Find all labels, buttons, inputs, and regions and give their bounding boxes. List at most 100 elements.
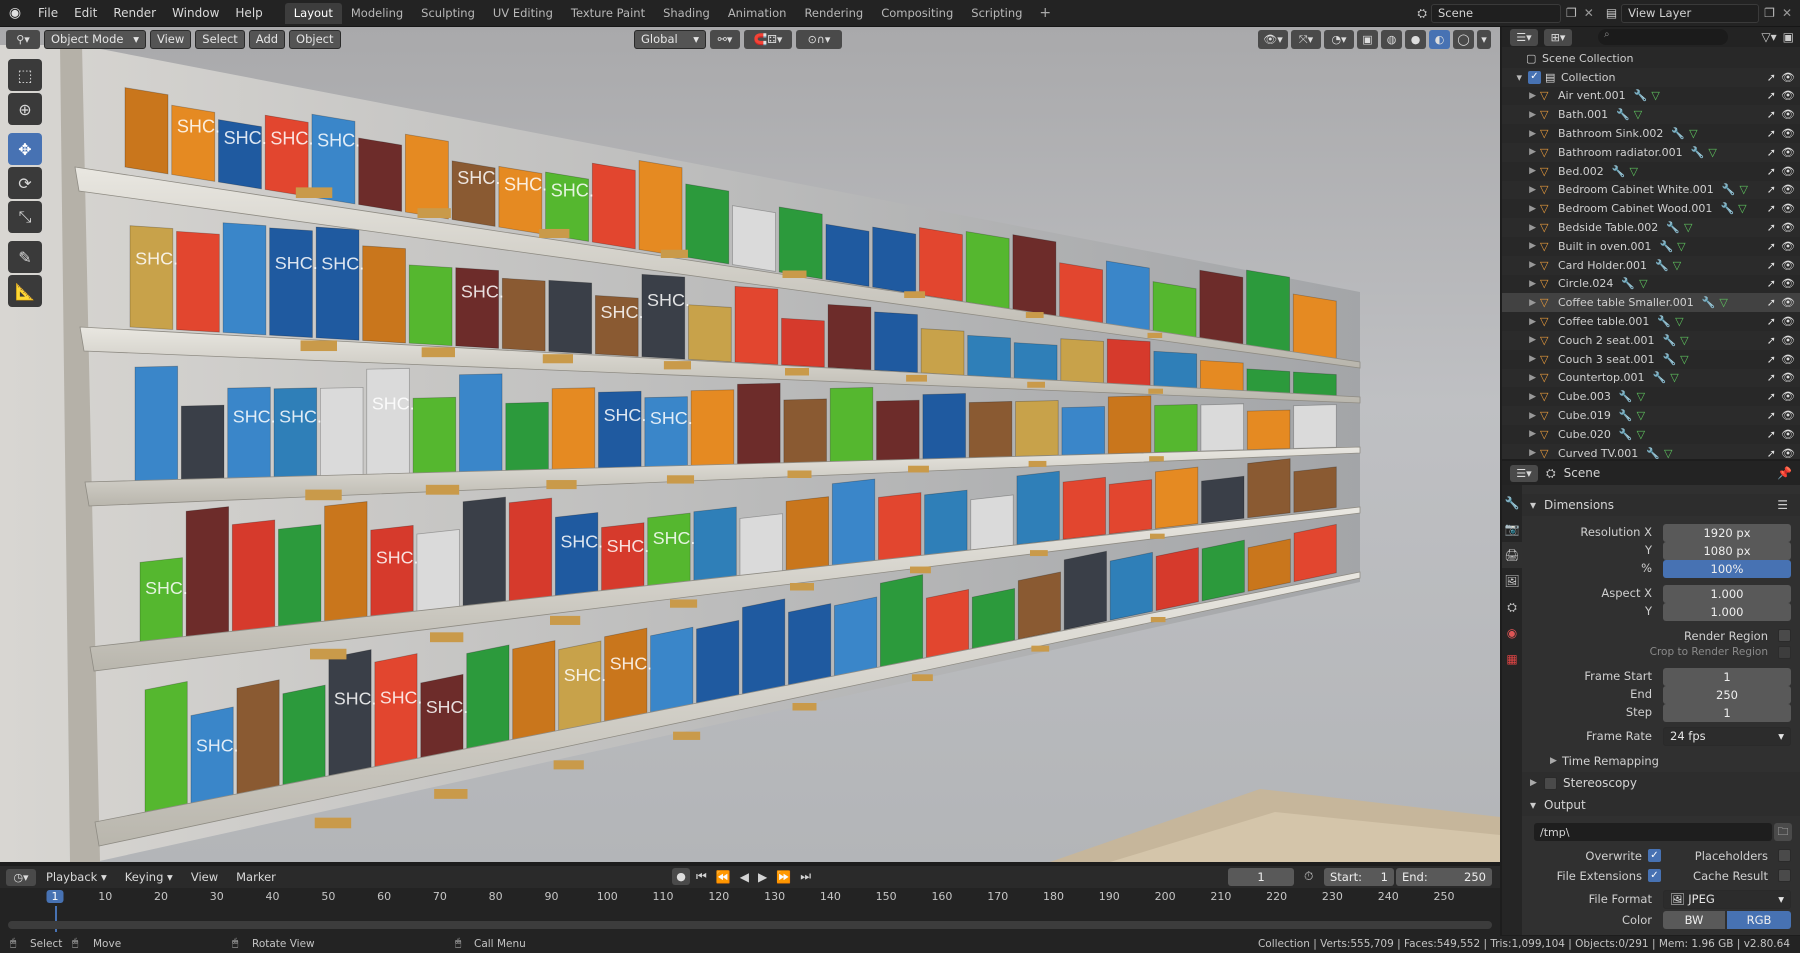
overlay-icon[interactable]: ◔▾ xyxy=(1324,30,1354,49)
modifier-wrench-icon[interactable]: 🔧 xyxy=(1662,334,1676,347)
mesh-data-icon[interactable]: ▽ xyxy=(1680,334,1688,347)
modifier-wrench-icon[interactable]: 🔧 xyxy=(1671,127,1685,140)
modifier-wrench-icon[interactable]: 🔧 xyxy=(1619,409,1633,422)
visibility-eye-icon[interactable]: 👁 xyxy=(1776,353,1800,366)
mesh-data-icon[interactable]: ▽ xyxy=(1664,447,1672,459)
visibility-eye-icon[interactable]: 👁 xyxy=(1776,89,1800,102)
scene-tab-icon[interactable]: ⛭ xyxy=(1502,594,1522,620)
outliner-item[interactable]: ▶ ▽ Bedroom Cabinet Wood.001 🔧 ▽ ➚ 👁 xyxy=(1502,199,1800,218)
mesh-data-icon[interactable]: ▽ xyxy=(1680,353,1688,366)
view-layer-field[interactable]: View Layer xyxy=(1621,3,1760,23)
annotate-icon[interactable]: ✎ xyxy=(8,241,42,273)
rotate-icon[interactable]: ⟳ xyxy=(8,167,42,199)
selectable-icon[interactable]: ➚ xyxy=(1767,259,1776,272)
material-shading-icon[interactable]: ◐ xyxy=(1429,30,1450,49)
menu-edit[interactable]: Edit xyxy=(66,0,105,27)
selectable-icon[interactable]: ➚ xyxy=(1767,334,1776,347)
outliner-item[interactable]: ▶ ▽ Couch 2 seat.001 🔧 ▽ ➚ 👁 xyxy=(1502,331,1800,350)
modifier-wrench-icon[interactable]: 🔧 xyxy=(1621,277,1635,290)
frame-end-field[interactable]: 250 xyxy=(1663,686,1791,704)
selectable-icon[interactable]: ➚ xyxy=(1767,390,1776,403)
outliner-item[interactable]: ▶ ▽ Cube.019 🔧 ▽ ➚ 👁 xyxy=(1502,406,1800,425)
modifier-wrench-icon[interactable]: 🔧 xyxy=(1634,89,1648,102)
modifier-wrench-icon[interactable]: 🔧 xyxy=(1619,390,1633,403)
viewport-menu-add[interactable]: Add xyxy=(248,30,286,49)
mesh-data-icon[interactable]: ▽ xyxy=(1637,409,1645,422)
selectable-icon[interactable]: ➚ xyxy=(1767,353,1776,366)
menu-file[interactable]: File xyxy=(30,0,66,27)
outliner-item[interactable]: ▶ ▽ Coffee table.001 🔧 ▽ ➚ 👁 xyxy=(1502,312,1800,331)
outliner-item[interactable]: ▶ ▽ Coffee table Smaller.001 🔧 ▽ ➚ 👁 xyxy=(1502,293,1800,313)
wireframe-shading-icon[interactable]: ◍ xyxy=(1381,30,1402,49)
modifier-wrench-icon[interactable]: 🔧 xyxy=(1662,353,1676,366)
dimensions-panel-header[interactable]: ▾ Dimensions ☰ xyxy=(1522,494,1800,516)
collection-checkbox[interactable]: ✓ xyxy=(1528,70,1541,84)
selectable-icon[interactable]: ➚ xyxy=(1767,409,1776,422)
outliner-item[interactable]: ▶ ▽ Cube.020 🔧 ▽ ➚ 👁 xyxy=(1502,425,1800,444)
mesh-data-icon[interactable]: ▽ xyxy=(1637,428,1645,441)
visibility-eye-icon[interactable]: 👁 xyxy=(1776,146,1800,159)
visibility-eye-icon[interactable]: 👁 xyxy=(1776,315,1800,328)
selectable-icon[interactable]: ➚ xyxy=(1767,202,1776,215)
properties-editor-icon[interactable]: ☰▾ xyxy=(1510,464,1538,482)
visibility-eye-icon[interactable]: 👁 xyxy=(1776,221,1800,234)
tab-rendering[interactable]: Rendering xyxy=(795,3,872,24)
gizmo-icon[interactable]: ⤧▾ xyxy=(1291,30,1321,49)
new-collection-icon[interactable]: ▣ xyxy=(1783,30,1800,44)
move-icon[interactable]: ✥ xyxy=(8,133,42,165)
display-mode-icon[interactable]: ⊞▾ xyxy=(1544,28,1572,46)
add-workspace-icon[interactable]: + xyxy=(1031,5,1059,21)
visibility-eye-icon[interactable]: 👁 xyxy=(1776,127,1800,140)
orientation-dropdown[interactable]: Global ▾ xyxy=(634,30,706,49)
modifier-wrench-icon[interactable]: 🔧 xyxy=(1619,428,1633,441)
editor-type-icon[interactable]: ⚲▾ xyxy=(6,30,40,49)
tab-compositing[interactable]: Compositing xyxy=(872,3,962,24)
outliner-item[interactable]: ▶ ▽ Curved TV.001 🔧 ▽ ➚ 👁 xyxy=(1502,443,1800,459)
outliner-item[interactable]: ▶ ▽ Air vent.001 🔧 ▽ ➚ 👁 xyxy=(1502,87,1800,106)
mesh-data-icon[interactable]: ▽ xyxy=(1637,390,1645,403)
visibility-icon[interactable]: 👁▾ xyxy=(1258,30,1288,49)
mode-dropdown[interactable]: Object Mode ▾ xyxy=(44,30,146,49)
tab-texture-paint[interactable]: Texture Paint xyxy=(562,3,654,24)
selectable-icon[interactable]: ➚ xyxy=(1767,183,1776,196)
texture-tab-icon[interactable]: ▦ xyxy=(1502,646,1522,672)
visibility-eye-icon[interactable]: 👁 xyxy=(1776,296,1800,309)
visibility-eye-icon[interactable]: 👁 xyxy=(1776,371,1800,384)
file-format-dropdown[interactable]: 🖼 JPEG ▾ xyxy=(1663,890,1791,909)
output-tab-icon[interactable]: 🖨 xyxy=(1502,542,1522,568)
measure-icon[interactable]: 📐 xyxy=(8,275,42,307)
modifier-wrench-icon[interactable]: 🔧 xyxy=(1691,146,1705,159)
outliner-item[interactable]: ▶ ▽ Bathroom Sink.002 🔧 ▽ ➚ 👁 xyxy=(1502,124,1800,143)
solid-shading-icon[interactable]: ● xyxy=(1405,30,1426,49)
selectable-icon[interactable]: ➚ xyxy=(1767,277,1776,290)
delete-scene-icon[interactable]: ✕ xyxy=(1582,6,1602,20)
visibility-eye-icon[interactable]: 👁 xyxy=(1776,183,1800,196)
blender-logo-icon[interactable]: ◉ xyxy=(0,5,30,21)
tab-uv-editing[interactable]: UV Editing xyxy=(484,3,562,24)
render-region-checkbox[interactable] xyxy=(1778,629,1791,642)
visibility-eye-icon[interactable]: 👁 xyxy=(1776,428,1800,441)
modifier-wrench-icon[interactable]: 🔧 xyxy=(1659,240,1673,253)
file-extensions-checkbox[interactable]: ✓ xyxy=(1648,869,1661,882)
modifier-wrench-icon[interactable]: 🔧 xyxy=(1657,315,1671,328)
outliner-item[interactable]: ▶ ▽ Circle.024 🔧 ▽ ➚ 👁 xyxy=(1502,275,1800,294)
snap-icon[interactable]: 🧲⚃▾ xyxy=(744,30,792,49)
visibility-eye-icon[interactable]: 👁 xyxy=(1776,277,1800,290)
view-layer-tab-icon[interactable]: 🖼 xyxy=(1502,568,1522,594)
mesh-data-icon[interactable]: ▽ xyxy=(1630,165,1638,178)
resolution-x-field[interactable]: 1920 px xyxy=(1663,524,1791,542)
timeline-scrollbar[interactable] xyxy=(8,921,1492,929)
aspect-y-field[interactable]: 1.000 xyxy=(1663,603,1791,621)
selectable-icon[interactable]: ➚ xyxy=(1767,447,1776,459)
pivot-icon[interactable]: ⚯▾ xyxy=(710,30,740,49)
selectable-icon[interactable]: ➚ xyxy=(1767,127,1776,140)
tab-animation[interactable]: Animation xyxy=(719,3,796,24)
aspect-x-field[interactable]: 1.000 xyxy=(1663,585,1791,603)
render-tab-icon[interactable]: 📷 xyxy=(1502,516,1522,542)
crop-region-checkbox[interactable] xyxy=(1778,646,1791,659)
delete-view-layer-icon[interactable]: ✕ xyxy=(1780,6,1800,20)
world-tab-icon[interactable]: ◉ xyxy=(1502,620,1522,646)
outliner-editor-icon[interactable]: ☰▾ xyxy=(1510,28,1538,46)
mesh-data-icon[interactable]: ▽ xyxy=(1708,146,1716,159)
modifier-wrench-icon[interactable]: 🔧 xyxy=(1646,447,1660,459)
